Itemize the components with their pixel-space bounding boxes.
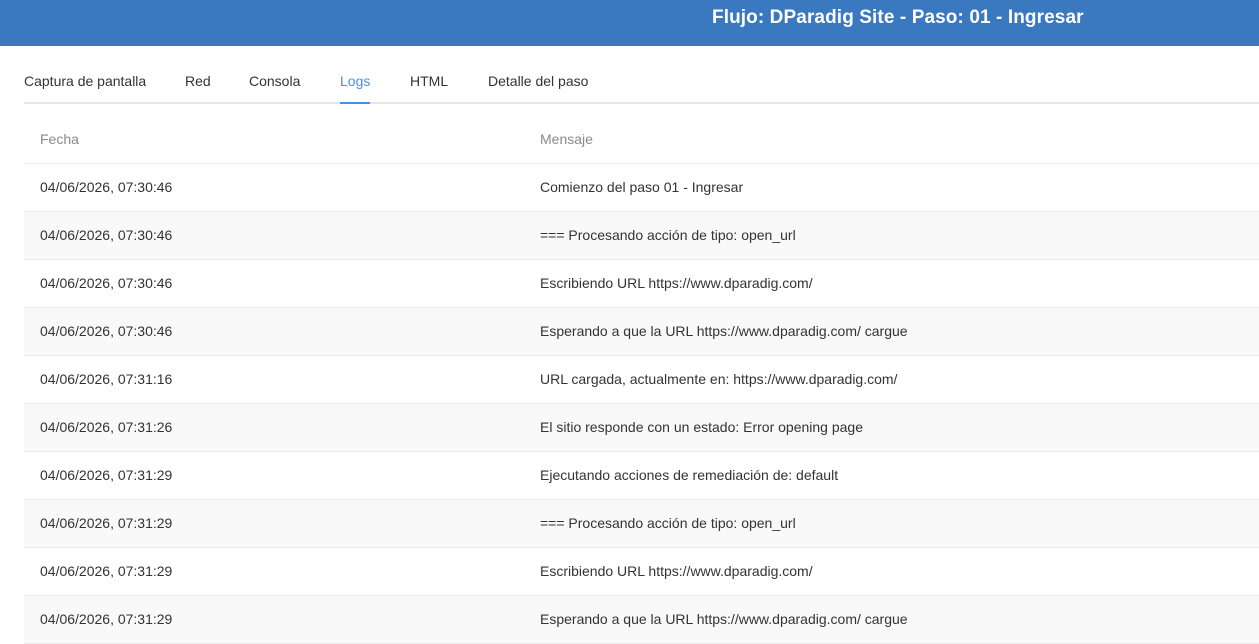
- table-row: 04/06/2026, 07:30:46 Comienzo del paso 01…: [24, 164, 1259, 212]
- log-date: 04/06/2026, 07:31:29: [40, 563, 173, 579]
- log-date: 04/06/2026, 07:30:46: [40, 323, 173, 339]
- log-message: === Procesando acción de tipo: open_url: [540, 227, 796, 243]
- tab-red[interactable]: Red: [185, 62, 211, 102]
- log-date: 04/06/2026, 07:30:46: [40, 179, 173, 195]
- table-row: 04/06/2026, 07:31:16 URL cargada, actualm…: [24, 356, 1259, 404]
- log-message: El sitio responde con un estado: Error o…: [540, 419, 863, 435]
- log-date: 04/06/2026, 07:31:29: [40, 611, 173, 627]
- page-title: Flujo: DParadig Site - Paso: 01 - Ingres…: [712, 7, 1084, 28]
- page-header: Flujo: DParadig Site - Paso: 01 - Ingres…: [0, 0, 1259, 46]
- log-message: Escribiendo URL https://www.dparadig.com…: [540, 275, 813, 291]
- log-date: 04/06/2026, 07:30:46: [40, 227, 173, 243]
- log-message: Esperando a que la URL https://www.dpara…: [540, 323, 908, 339]
- tab-logs[interactable]: Logs: [340, 62, 371, 104]
- log-date: 04/06/2026, 07:31:29: [40, 467, 173, 483]
- column-header-fecha[interactable]: Fecha: [40, 116, 79, 162]
- table-row: 04/06/2026, 07:31:29 === Procesando acció…: [24, 500, 1259, 548]
- log-message: Esperando a que la URL https://www.dpara…: [540, 611, 908, 627]
- log-message: URL cargada, actualmente en: https://www…: [540, 371, 898, 387]
- tab-captura-de-pantalla[interactable]: Captura de pantalla: [24, 62, 146, 102]
- table-body: 04/06/2026, 07:30:46 Comienzo del paso 01…: [24, 164, 1259, 644]
- column-header-mensaje[interactable]: Mensaje: [540, 116, 593, 162]
- table-row: 04/06/2026, 07:30:46 Esperando a que la U…: [24, 308, 1259, 356]
- tab-consola[interactable]: Consola: [249, 62, 300, 102]
- log-date: 04/06/2026, 07:30:46: [40, 275, 173, 291]
- table-header: Fecha Mensaje: [24, 116, 1259, 164]
- log-message: Ejecutando acciones de remediación de: d…: [540, 467, 839, 483]
- log-date: 04/06/2026, 07:31:16: [40, 371, 173, 387]
- table-row: 04/06/2026, 07:30:46 Escribiendo URL http…: [24, 260, 1259, 308]
- log-message: === Procesando acción de tipo: open_url: [540, 515, 796, 531]
- log-date: 04/06/2026, 07:31:29: [40, 515, 173, 531]
- tab-html[interactable]: HTML: [410, 62, 448, 102]
- log-date: 04/06/2026, 07:31:26: [40, 419, 173, 435]
- tab-bar: Captura de pantalla Red Consola Logs HTM…: [24, 62, 1259, 104]
- logs-table: Fecha Mensaje 04/06/2026, 07:30:46 Comien…: [24, 116, 1259, 644]
- log-message: Escribiendo URL https://www.dparadig.com…: [540, 563, 813, 579]
- log-message: Comienzo del paso 01 - Ingresar: [540, 179, 744, 195]
- table-row: 04/06/2026, 07:31:29 Escribiendo URL http…: [24, 548, 1259, 596]
- table-row: 04/06/2026, 07:30:46 === Procesando acció…: [24, 212, 1259, 260]
- tab-detalle-del-paso[interactable]: Detalle del paso: [488, 62, 588, 102]
- table-row: 04/06/2026, 07:31:29 Ejecutando acciones …: [24, 452, 1259, 500]
- table-row: 04/06/2026, 07:31:26 El sitio responde co…: [24, 404, 1259, 452]
